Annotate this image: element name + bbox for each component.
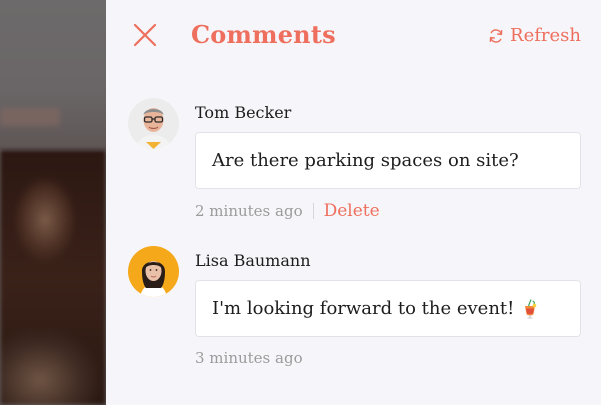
comment-timestamp: 2 minutes ago [195,202,303,220]
comment-bubble: Are there parking spaces on site? [195,132,581,189]
avatar-tom-becker [128,98,179,149]
refresh-button[interactable]: Refresh [488,25,581,46]
comment-author: Tom Becker [195,103,292,122]
delete-button[interactable]: Delete [324,201,380,221]
comment-bubble: I'm looking forward to the event! [195,280,581,337]
background-photo [0,150,106,405]
comment-meta: 2 minutes ago Delete [195,201,380,221]
tropical-drink-emoji [522,298,538,319]
avatar-lisa-baumann [128,246,179,297]
meta-divider [312,203,314,219]
comment-author: Lisa Baumann [195,251,311,270]
blurred-background [0,0,106,405]
avatar [128,246,179,297]
avatar [128,98,179,149]
comment-timestamp: 3 minutes ago [195,349,303,367]
background-overlay [0,0,106,150]
close-button[interactable] [132,22,158,48]
background-blurred-text [0,108,60,126]
comment-text: Are there parking spaces on site? [212,150,519,171]
comment-text: I'm looking forward to the event! [212,298,515,319]
comments-panel: Comments Refresh Tom Becker Are there pa… [106,0,601,405]
refresh-label: Refresh [510,25,581,46]
refresh-icon [489,28,503,43]
panel-title: Comments [191,20,336,49]
comment-meta: 3 minutes ago [195,349,303,367]
close-icon [133,23,157,47]
